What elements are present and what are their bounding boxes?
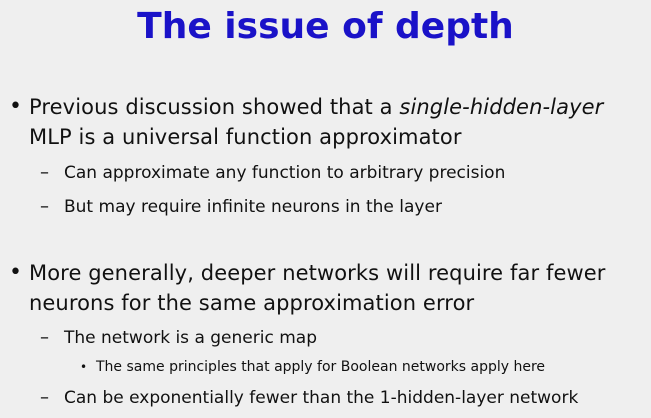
slide: The issue of depth • Previous discussion… [0, 0, 651, 418]
sub-bullet-text: But may require infinite neurons in the … [64, 197, 442, 217]
sub-bullet-text: Can approximate any function to arbitrar… [64, 163, 506, 183]
bullet-text-part: Previous discussion showed that a [29, 95, 400, 119]
bullet-marker: • [9, 94, 22, 119]
dash-marker: – [40, 327, 49, 348]
dash-marker: – [40, 196, 49, 217]
dash-marker: – [40, 387, 49, 408]
bullet-marker: • [9, 260, 22, 285]
bullet-marker: • [80, 360, 88, 374]
slide-title: The issue of depth [137, 6, 514, 47]
sub-bullet-text: Can be exponentially fewer than the 1-hi… [64, 388, 579, 408]
sub-bullet-text: The network is a generic map [64, 328, 317, 348]
dash-marker: – [40, 162, 49, 183]
bullet-text: More generally, deeper networks will req… [29, 261, 606, 315]
bullet-text: Previous discussion showed that a single… [29, 92, 643, 152]
sub-sub-bullet-text: The same principles that apply for Boole… [96, 359, 546, 375]
bullet-text-italic: single-hidden-layer [399, 95, 604, 119]
bullet-text-part: MLP is a universal function approximator [29, 125, 462, 149]
